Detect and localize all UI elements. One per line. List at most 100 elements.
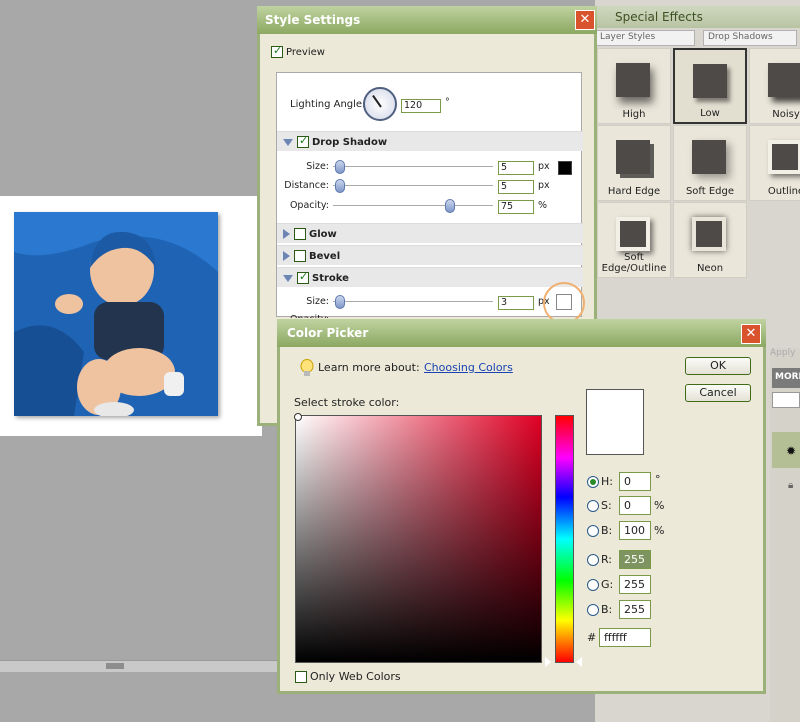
- color-cursor-icon[interactable]: [294, 413, 302, 421]
- effect-preview-square: [693, 64, 727, 98]
- effect-label: Soft Edge/Outline: [601, 252, 667, 274]
- type-select[interactable]: Drop Shadows: [703, 30, 797, 46]
- h-radio[interactable]: [587, 476, 599, 488]
- effect-thumbnail[interactable]: Outline: [749, 125, 800, 201]
- s-input[interactable]: 0: [619, 496, 651, 515]
- glow-header[interactable]: Glow: [277, 223, 583, 243]
- effect-thumbnail[interactable]: Soft Edge/Outline: [597, 202, 671, 278]
- color-preview-swatch: [586, 389, 644, 455]
- bevel-header[interactable]: Bevel: [277, 245, 583, 265]
- ds-opacity-slider[interactable]: [333, 199, 493, 213]
- effect-thumbnail[interactable]: Soft Edge: [673, 125, 747, 201]
- hue-slider[interactable]: [555, 415, 574, 663]
- web-colors-checkbox[interactable]: Only Web Colors: [295, 670, 401, 683]
- settings-box: Lighting Angle: 120 ° Drop Shadow Size: …: [276, 72, 583, 318]
- drop-shadow-header[interactable]: Drop Shadow: [277, 131, 583, 151]
- panel-field[interactable]: [772, 392, 800, 408]
- effect-preview-square: [692, 140, 726, 174]
- ds-size-slider[interactable]: [333, 160, 493, 174]
- r-label: R:: [601, 553, 613, 566]
- b-radio[interactable]: [587, 525, 599, 537]
- web-colors-label: Only Web Colors: [310, 670, 401, 683]
- ds-opacity-unit: %: [538, 200, 548, 211]
- hex-input[interactable]: ffffff: [599, 628, 651, 647]
- r-input[interactable]: 255: [619, 550, 651, 569]
- effect-thumbnail[interactable]: Noisy: [749, 48, 800, 124]
- degree-unit: °: [445, 97, 450, 108]
- ok-button[interactable]: OK: [685, 357, 751, 375]
- r-radio[interactable]: [587, 554, 599, 566]
- stroke-size-input[interactable]: 3: [498, 296, 534, 310]
- stroke-size-label: Size:: [306, 296, 329, 307]
- glow-check-icon[interactable]: [294, 228, 306, 240]
- lock-icon: 🔒︎: [788, 480, 794, 491]
- effect-label: Hard Edge: [607, 186, 661, 197]
- stroke-opacity-label: Opacity:: [277, 314, 329, 318]
- blue-radio[interactable]: [587, 604, 599, 616]
- photo-image[interactable]: [14, 212, 218, 416]
- h-label: H:: [601, 475, 613, 488]
- effect-thumbnail[interactable]: Hard Edge: [597, 125, 671, 201]
- web-colors-check-icon[interactable]: [295, 671, 307, 683]
- b-label: B:: [601, 524, 613, 537]
- bevel-label: Bevel: [309, 251, 341, 262]
- expand-triangle-icon[interactable]: [283, 274, 293, 282]
- g-label: G:: [601, 578, 614, 591]
- effect-preview-square: [768, 140, 800, 174]
- canvas-scroll-strip[interactable]: [0, 660, 290, 672]
- bevel-check-icon[interactable]: [294, 250, 306, 262]
- effect-thumbnail[interactable]: High: [597, 48, 671, 124]
- effect-thumbnail[interactable]: Low: [673, 48, 747, 124]
- lightbulb-icon: [300, 359, 314, 377]
- g-radio[interactable]: [587, 579, 599, 591]
- ds-distance-label: Distance:: [284, 180, 329, 191]
- color-picker-title: Color Picker: [277, 319, 766, 347]
- collapse-triangle-icon[interactable]: [283, 251, 290, 261]
- s-radio[interactable]: [587, 500, 599, 512]
- preview-label: Preview: [286, 47, 325, 58]
- stroke-size-slider[interactable]: [333, 295, 493, 309]
- h-input[interactable]: 0: [619, 472, 651, 491]
- style-settings-title: Style Settings: [257, 6, 597, 34]
- drop-shadow-check-icon[interactable]: [297, 134, 309, 148]
- stroke-check-icon[interactable]: [297, 270, 309, 284]
- hue-marker-left-icon[interactable]: [545, 657, 551, 667]
- lighting-angle-input[interactable]: 120: [401, 99, 441, 113]
- ds-color-swatch[interactable]: [558, 161, 572, 175]
- ds-distance-slider[interactable]: [333, 179, 493, 193]
- cancel-button[interactable]: Cancel: [685, 384, 751, 402]
- preview-checkbox[interactable]: Preview: [271, 44, 325, 58]
- effect-preview-square: [616, 217, 650, 251]
- b-input[interactable]: 100: [619, 521, 651, 540]
- ds-size-input[interactable]: 5: [498, 161, 534, 175]
- panel-title: Special Effects: [595, 6, 800, 28]
- effect-label: Soft Edge: [685, 186, 735, 197]
- blue-input[interactable]: 255: [619, 600, 651, 619]
- hex-label: #: [587, 631, 597, 644]
- more-button[interactable]: MORE: [772, 368, 800, 388]
- preview-check-icon[interactable]: [271, 44, 283, 58]
- s-label: S:: [601, 499, 612, 512]
- learn-more-label: Learn more about:: [318, 361, 420, 374]
- ds-opacity-label: Opacity:: [289, 200, 329, 211]
- scroll-grip-icon[interactable]: [106, 663, 124, 669]
- stroke-header[interactable]: Stroke: [277, 267, 583, 287]
- color-picker-close-button[interactable]: ✕: [741, 324, 761, 344]
- hue-marker-right-icon[interactable]: [576, 657, 582, 667]
- apply-button[interactable]: Apply: [770, 348, 800, 358]
- saturation-brightness-field[interactable]: [295, 415, 542, 663]
- collapse-triangle-icon[interactable]: [283, 229, 290, 239]
- ds-distance-input[interactable]: 5: [498, 180, 534, 194]
- expand-triangle-icon[interactable]: [283, 138, 293, 146]
- ds-opacity-input[interactable]: 75: [498, 200, 534, 214]
- style-close-button[interactable]: ✕: [575, 10, 595, 30]
- lighting-angle-dial[interactable]: [363, 87, 397, 121]
- category-select[interactable]: Layer Styles: [595, 30, 695, 46]
- lighting-angle-label: Lighting Angle:: [290, 99, 366, 110]
- glow-label: Glow: [309, 229, 337, 240]
- b-unit: %: [654, 524, 665, 537]
- effect-thumbnail[interactable]: Neon: [673, 202, 747, 278]
- g-input[interactable]: 255: [619, 575, 651, 594]
- ds-distance-unit: px: [538, 180, 550, 191]
- choosing-colors-link[interactable]: Choosing Colors: [424, 361, 513, 374]
